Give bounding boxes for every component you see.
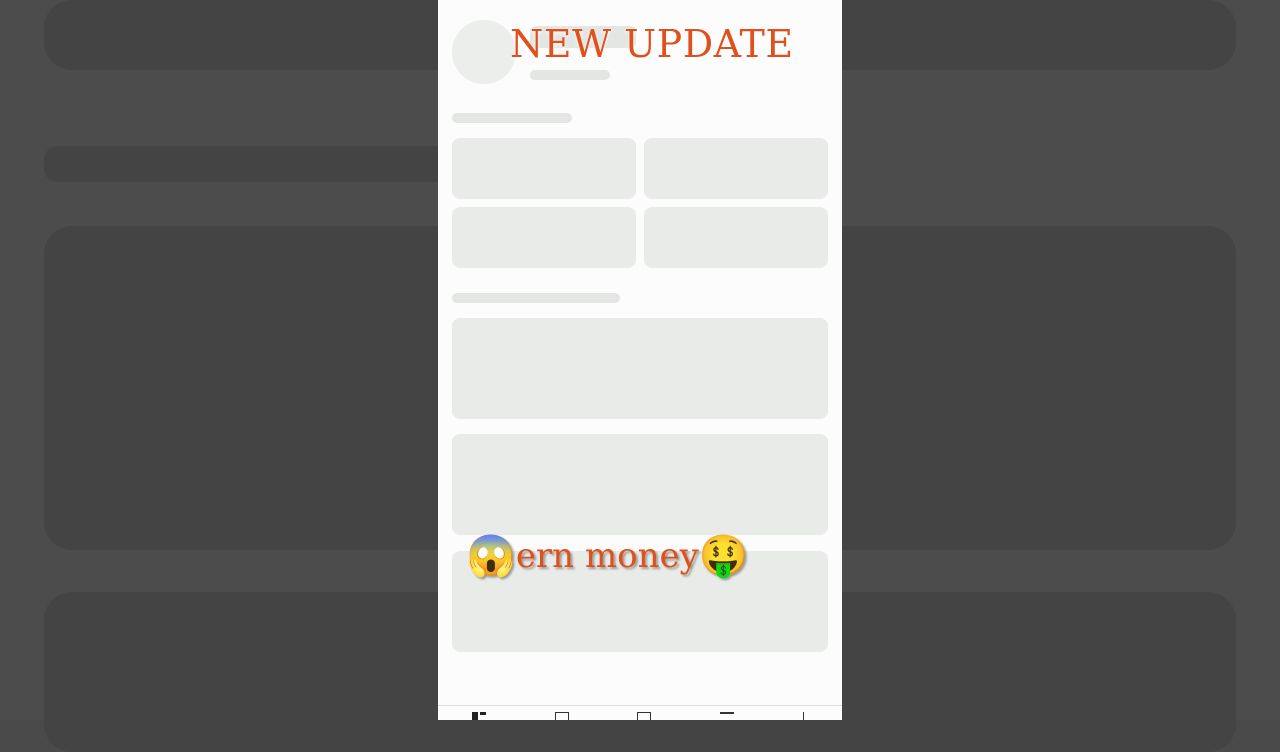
backdrop-block: [44, 146, 464, 182]
phone-screen: NEW UPDATE 😱 ern money 🤑: [438, 0, 842, 720]
stat-card-placeholder[interactable]: [644, 138, 828, 199]
section-heading-placeholder: [452, 113, 572, 123]
earn-icon[interactable]: [802, 712, 808, 720]
caption-text: ern money: [515, 536, 699, 576]
bottom-navigation: [438, 705, 842, 720]
content-card-placeholder[interactable]: [452, 318, 828, 419]
caption-overlay: 😱 ern money 🤑: [466, 536, 749, 576]
dashboard-icon[interactable]: [472, 712, 487, 720]
section-heading-placeholder: [452, 293, 620, 303]
analytics-icon[interactable]: [637, 712, 652, 720]
video-icon[interactable]: [554, 712, 569, 720]
subtitle-placeholder: [530, 70, 610, 80]
stat-card-placeholder[interactable]: [644, 207, 828, 268]
stat-card-placeholder[interactable]: [452, 138, 636, 199]
content-icon[interactable]: [720, 712, 735, 720]
headline-overlay: NEW UPDATE: [510, 22, 794, 66]
content-card-placeholder[interactable]: [452, 434, 828, 535]
money-mouth-face-icon: 🤑: [698, 533, 749, 579]
stat-card-placeholder[interactable]: [452, 207, 636, 268]
avatar-placeholder: [452, 20, 516, 84]
screaming-face-icon: 😱: [466, 533, 516, 579]
